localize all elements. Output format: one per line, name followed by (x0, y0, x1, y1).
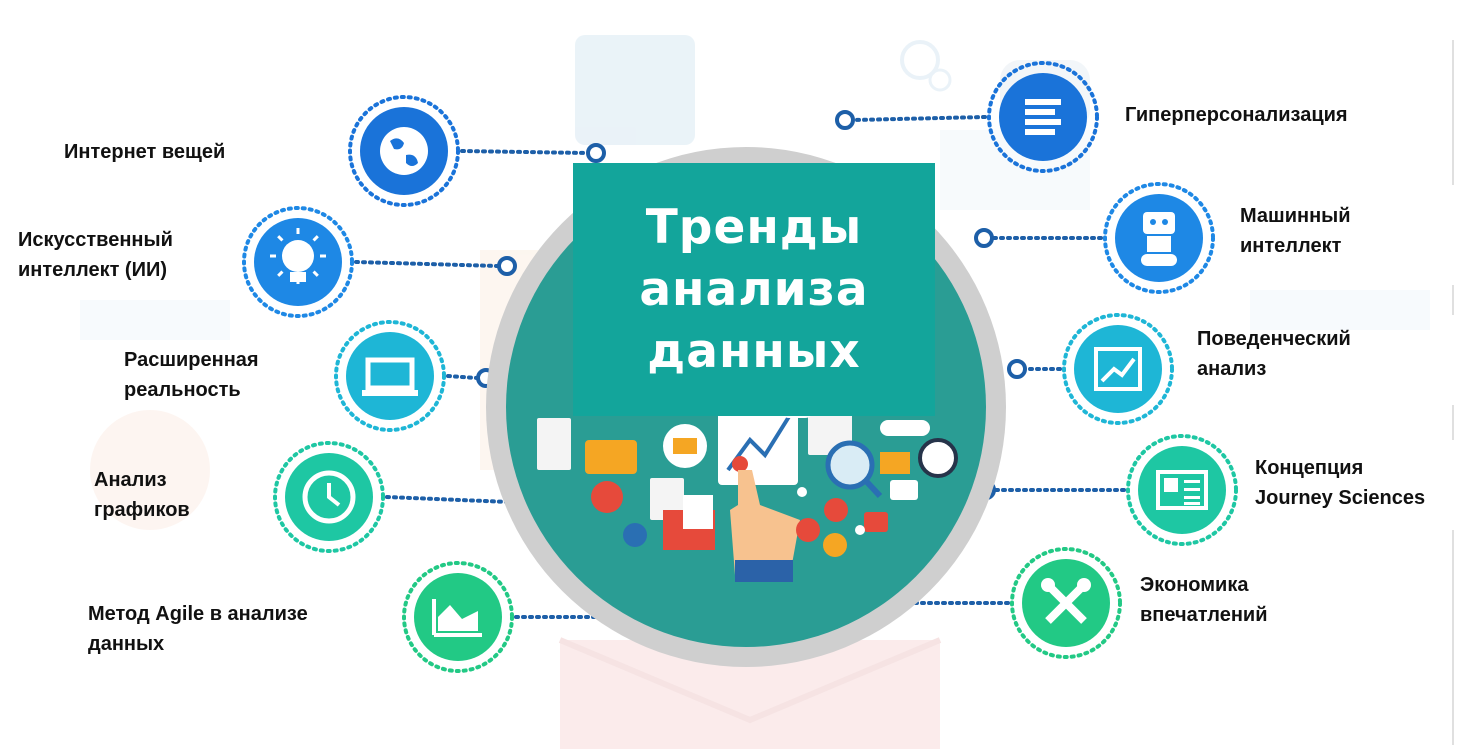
label-line: Интернет вещей (64, 141, 226, 163)
label-behavioral-analysis: Поведенческий анализ (1197, 324, 1351, 384)
small-clock-icon (918, 438, 958, 478)
node-disc (346, 332, 434, 420)
label-line: Анализ (94, 469, 167, 491)
center-title-box: Тренды анализа данных (573, 163, 935, 416)
label-line: Гиперперсонализация (1125, 104, 1348, 126)
edge-rule (1452, 530, 1454, 745)
label-line: данных (88, 633, 165, 655)
like-icon (623, 523, 647, 547)
node-right-2 (1103, 182, 1215, 294)
label-journey-sciences: Концепция Journey Sciences (1255, 453, 1425, 513)
dot-icon (797, 487, 807, 497)
edge-rule (1452, 40, 1454, 185)
connector-endpoint-right-1 (835, 110, 855, 130)
touch-point (732, 456, 748, 472)
wallet-icon (673, 438, 697, 454)
cup-icon (864, 512, 888, 532)
mail-icon (880, 452, 910, 474)
connector-left-2 (354, 260, 500, 268)
label-line: анализ (1197, 358, 1267, 380)
person-node-icon-2 (796, 518, 820, 542)
connector-endpoint-right-2 (974, 228, 994, 248)
connector-endpoint-left-2 (497, 256, 517, 276)
label-line: Машинный (1240, 205, 1351, 227)
node-left-5 (402, 561, 514, 673)
connector-endpoint-left-1 (586, 143, 606, 163)
center-title-line-3: данных (647, 323, 861, 379)
node-disc (1074, 325, 1162, 413)
connector-left-1 (460, 149, 589, 155)
edge-rule (1452, 285, 1454, 315)
label-artificial-intelligence: Искусственный интеллект (ИИ) (18, 225, 173, 285)
bar-chart-bubble-icon (591, 481, 623, 513)
label-line: впечатлений (1140, 604, 1268, 626)
connector-endpoint-right-3 (1007, 359, 1027, 379)
dot-icon-2 (855, 525, 865, 535)
center-title-line-1: Тренды (645, 199, 863, 255)
label-line: интеллект (ИИ) (18, 259, 167, 281)
node-right-3 (1062, 313, 1174, 425)
bg-bar-left (80, 300, 230, 340)
speech-icon-2 (880, 420, 930, 436)
node-right-5 (1010, 547, 1122, 659)
label-agile-method: Метод Agile в анализе данных (88, 599, 308, 659)
label-line: графиков (94, 499, 190, 521)
globe-icon (380, 127, 428, 175)
label-line: Поведенческий (1197, 328, 1351, 350)
chat-bubble-icon (585, 440, 637, 474)
label-line: Искусственный (18, 229, 173, 251)
label-line: Метод Agile в анализе (88, 603, 308, 625)
sleeve (735, 560, 793, 582)
label-line: Концепция (1255, 457, 1364, 479)
label-augmented-reality: Расширенная реальность (124, 345, 259, 405)
node-disc (1138, 446, 1226, 534)
node-left-1 (348, 95, 460, 207)
connector-left-4 (385, 495, 511, 504)
node-left-4 (273, 441, 385, 553)
bg-device-shape (575, 35, 695, 145)
connector-left-3 (446, 374, 479, 380)
magnifier-icon (825, 440, 875, 490)
label-machine-intelligence: Машинный интеллект (1240, 201, 1351, 261)
node-right-4 (1126, 434, 1238, 546)
center-title-line-2: анализа (639, 261, 869, 317)
letter-icon (683, 495, 713, 529)
node-left-2 (242, 206, 354, 318)
connector-right-1 (852, 115, 987, 122)
person-node-icon-3 (823, 533, 847, 557)
label-hyperpersonalization: Гиперперсонализация (1125, 100, 1348, 130)
message-icon (890, 480, 918, 500)
person-node-icon (824, 498, 848, 522)
label-line: реальность (124, 379, 241, 401)
label-line: Экономика (1140, 574, 1249, 596)
label-internet-of-things: Интернет вещей (64, 137, 225, 167)
label-graph-analysis: Анализ графиков (94, 465, 190, 525)
label-line: Journey Sciences (1255, 487, 1426, 509)
node-disc (999, 73, 1087, 161)
center-title: Тренды анализа данных (639, 197, 868, 383)
node-right-1 (987, 61, 1099, 173)
label-line: Расширенная (124, 349, 259, 371)
edge-rule (1452, 405, 1454, 440)
document-icon (537, 418, 571, 470)
label-experience-economy: Экономика впечатлений (1140, 570, 1268, 630)
bg-circle-small (928, 68, 952, 92)
label-line: интеллект (1240, 235, 1342, 257)
node-left-3 (334, 320, 446, 432)
